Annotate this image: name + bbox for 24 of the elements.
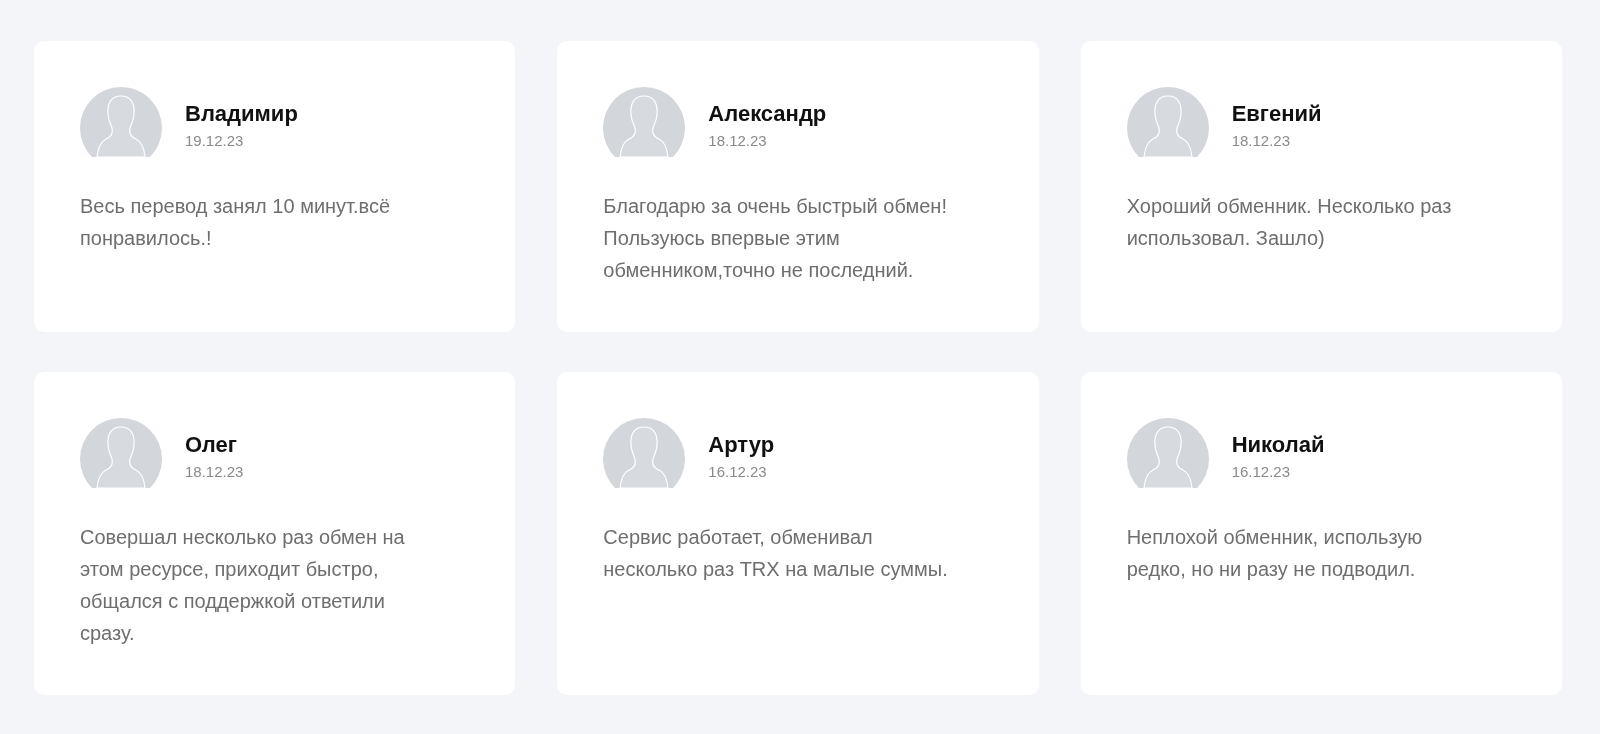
reviewer-name: Владимир <box>185 100 298 127</box>
review-date: 19.12.23 <box>185 132 245 150</box>
review-text: Хороший обменник. Несколько раз использовал. Зашло) <box>1126 194 1453 251</box>
reviewer-name: Евгений <box>1231 100 1322 127</box>
user-silhouette-icon <box>603 87 686 157</box>
review-text: Совершал несколько раз обмен на этом ресурсе, приходит быстро, общался с поддержкой ответили сразу. <box>80 525 406 646</box>
user-silhouette-icon <box>603 418 686 488</box>
review-text: Весь перевод занял 10 минут.всё понравилось.! <box>80 194 392 251</box>
reviewer-name: Артур <box>708 431 775 458</box>
review-date: 16.12.23 <box>708 463 768 481</box>
review-text: Неплохой обменник, использую редко, но ни разу не подводил. <box>1126 525 1424 582</box>
review-date: 18.12.23 <box>185 463 244 481</box>
user-silhouette-icon <box>80 418 162 488</box>
review-date: 18.12.23 <box>1231 132 1292 150</box>
review-date: 16.12.23 <box>1231 463 1292 481</box>
user-silhouette-icon <box>80 87 162 157</box>
reviewer-name: Александр <box>708 100 827 127</box>
user-silhouette-icon <box>1126 87 1209 157</box>
review-text: Благодарю за очень быстрый обмен! Пользуюсь впервые этим обменником,точно не последний. <box>603 194 948 283</box>
review-date: 18.12.23 <box>708 132 768 150</box>
user-silhouette-icon <box>1126 418 1209 488</box>
reviewer-name: Николай <box>1231 431 1325 458</box>
reviewer-name: Олег <box>185 431 238 458</box>
review-text: Сервис работает, обменивал несколько раз TRX на малые суммы. <box>603 525 949 582</box>
